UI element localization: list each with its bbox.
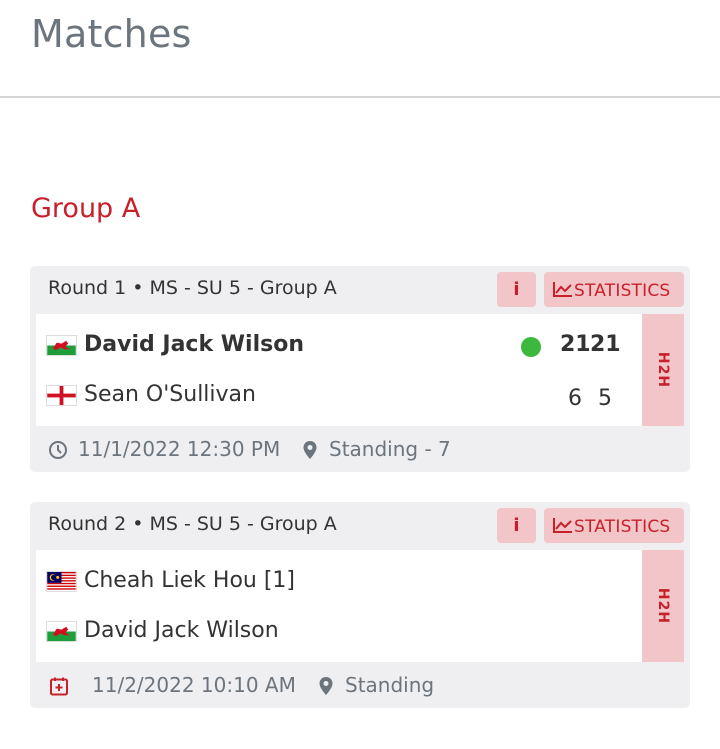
info-icon: i bbox=[513, 279, 520, 300]
game-score: 5 bbox=[598, 386, 612, 411]
info-button[interactable]: i bbox=[497, 508, 536, 543]
info-icon: i bbox=[513, 515, 520, 536]
winner-indicator bbox=[521, 337, 541, 357]
player-name[interactable]: Cheah Liek Hou [1] bbox=[84, 568, 295, 593]
separator-dot: • bbox=[132, 513, 144, 535]
round-name: Round 1 bbox=[48, 277, 127, 299]
round-name: Round 2 bbox=[48, 513, 127, 535]
event-name: MS - SU 5 - Group A bbox=[149, 277, 337, 299]
statistics-label: STATISTICS bbox=[574, 281, 671, 301]
match-datetime: 11/2/2022 10:10 AM bbox=[92, 673, 296, 697]
match-card-header: Round 2 • MS - SU 5 - Group A i STATISTICS bbox=[30, 502, 690, 550]
info-button[interactable]: i bbox=[497, 272, 536, 307]
player-name[interactable]: Sean O'Sullivan bbox=[84, 382, 256, 407]
statistics-button[interactable]: STATISTICS bbox=[544, 272, 684, 307]
calendar-add-icon[interactable] bbox=[49, 676, 69, 696]
game-score: 21 bbox=[560, 332, 591, 357]
chart-area-icon bbox=[553, 518, 572, 533]
player-row: David Jack Wilson 2121 bbox=[36, 326, 642, 366]
chart-area-icon bbox=[553, 282, 572, 297]
match-card-body: David Jack Wilson 2121 Sean O'Sullivan 6… bbox=[36, 314, 642, 426]
player-scores: 65 bbox=[560, 386, 620, 411]
match-court: Standing bbox=[345, 673, 435, 697]
page-title: Matches bbox=[31, 12, 192, 56]
match-card-footer: 11/2/2022 10:10 AM Standing bbox=[30, 662, 690, 708]
match-datetime: 11/1/2022 12:30 PM bbox=[78, 437, 281, 461]
malaysia-flag-icon bbox=[46, 571, 77, 592]
player-name[interactable]: David Jack Wilson bbox=[84, 618, 279, 643]
round-label: Round 1 • MS - SU 5 - Group A bbox=[48, 277, 337, 299]
game-score: 21 bbox=[590, 332, 621, 357]
player-row: David Jack Wilson bbox=[36, 612, 642, 652]
separator-dot: • bbox=[132, 277, 144, 299]
statistics-label: STATISTICS bbox=[574, 517, 671, 537]
match-card-body: Cheah Liek Hou [1] David Jack Wilson bbox=[36, 550, 642, 662]
statistics-button[interactable]: STATISTICS bbox=[544, 508, 684, 543]
group-title: Group A bbox=[31, 193, 141, 224]
england-flag-icon bbox=[46, 385, 77, 406]
wales-flag-icon bbox=[46, 335, 77, 356]
player-row: Cheah Liek Hou [1] bbox=[36, 562, 642, 602]
match-card: Round 1 • MS - SU 5 - Group A i STATISTICS… bbox=[30, 266, 690, 472]
h2h-button[interactable]: H2H bbox=[642, 314, 684, 426]
match-card-footer: 11/1/2022 12:30 PM Standing - 7 bbox=[30, 426, 690, 472]
h2h-button[interactable]: H2H bbox=[642, 550, 684, 662]
game-score: 6 bbox=[568, 386, 582, 411]
match-card-header: Round 1 • MS - SU 5 - Group A i STATISTICS bbox=[30, 266, 690, 314]
match-card: Round 2 • MS - SU 5 - Group A i STATISTICS… bbox=[30, 502, 690, 708]
location-pin-icon bbox=[319, 677, 333, 695]
player-scores: 2121 bbox=[560, 332, 621, 357]
event-name: MS - SU 5 - Group A bbox=[149, 513, 337, 535]
h2h-label: H2H bbox=[655, 351, 671, 389]
round-label: Round 2 • MS - SU 5 - Group A bbox=[48, 513, 337, 535]
clock-icon bbox=[49, 441, 67, 459]
page-header: Matches bbox=[0, 0, 720, 98]
h2h-label: H2H bbox=[655, 587, 671, 625]
player-row: Sean O'Sullivan 65 bbox=[36, 376, 642, 416]
player-name[interactable]: David Jack Wilson bbox=[84, 332, 304, 357]
location-pin-icon bbox=[303, 441, 317, 459]
wales-flag-icon bbox=[46, 621, 77, 642]
match-court: Standing - 7 bbox=[329, 437, 451, 461]
